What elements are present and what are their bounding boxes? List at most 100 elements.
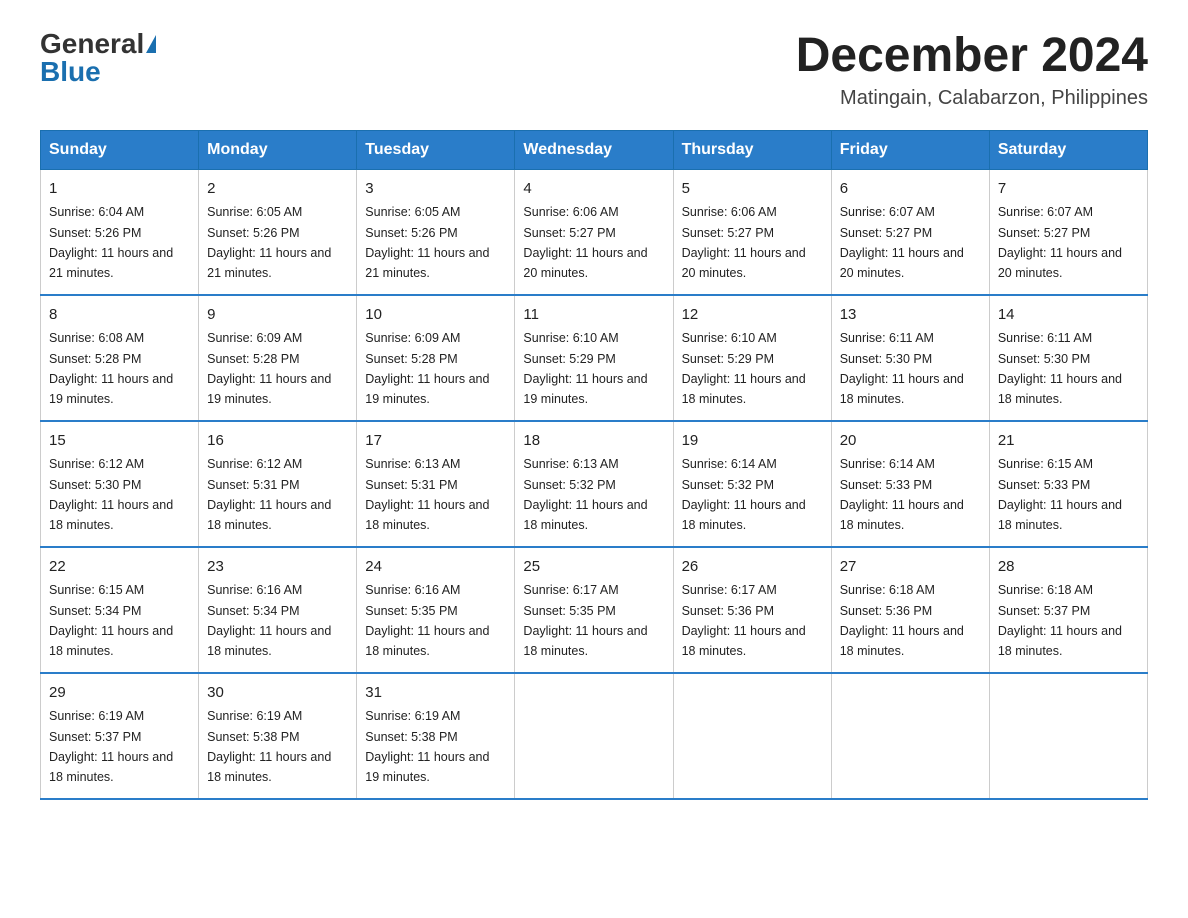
column-header-tuesday: Tuesday (357, 130, 515, 169)
day-cell: 6 Sunrise: 6:07 AMSunset: 5:27 PMDayligh… (831, 169, 989, 295)
day-number: 23 (207, 556, 348, 579)
day-cell: 11 Sunrise: 6:10 AMSunset: 5:29 PMDaylig… (515, 295, 673, 421)
calendar-table: SundayMondayTuesdayWednesdayThursdayFrid… (40, 130, 1148, 800)
day-number: 7 (998, 178, 1139, 201)
day-cell: 4 Sunrise: 6:06 AMSunset: 5:27 PMDayligh… (515, 169, 673, 295)
day-cell: 30 Sunrise: 6:19 AMSunset: 5:38 PMDaylig… (199, 673, 357, 799)
day-cell: 29 Sunrise: 6:19 AMSunset: 5:37 PMDaylig… (41, 673, 199, 799)
day-info: Sunrise: 6:05 AMSunset: 5:26 PMDaylight:… (365, 205, 489, 280)
day-cell (673, 673, 831, 799)
day-cell: 18 Sunrise: 6:13 AMSunset: 5:32 PMDaylig… (515, 421, 673, 547)
day-info: Sunrise: 6:17 AMSunset: 5:35 PMDaylight:… (523, 583, 647, 658)
day-cell: 15 Sunrise: 6:12 AMSunset: 5:30 PMDaylig… (41, 421, 199, 547)
column-header-friday: Friday (831, 130, 989, 169)
day-number: 22 (49, 556, 190, 579)
day-cell: 5 Sunrise: 6:06 AMSunset: 5:27 PMDayligh… (673, 169, 831, 295)
day-cell: 8 Sunrise: 6:08 AMSunset: 5:28 PMDayligh… (41, 295, 199, 421)
day-number: 24 (365, 556, 506, 579)
day-info: Sunrise: 6:08 AMSunset: 5:28 PMDaylight:… (49, 331, 173, 406)
day-info: Sunrise: 6:11 AMSunset: 5:30 PMDaylight:… (840, 331, 964, 406)
day-info: Sunrise: 6:18 AMSunset: 5:36 PMDaylight:… (840, 583, 964, 658)
day-info: Sunrise: 6:15 AMSunset: 5:34 PMDaylight:… (49, 583, 173, 658)
column-header-monday: Monday (199, 130, 357, 169)
day-cell: 10 Sunrise: 6:09 AMSunset: 5:28 PMDaylig… (357, 295, 515, 421)
day-cell: 24 Sunrise: 6:16 AMSunset: 5:35 PMDaylig… (357, 547, 515, 673)
column-header-sunday: Sunday (41, 130, 199, 169)
day-number: 21 (998, 430, 1139, 453)
day-number: 6 (840, 178, 981, 201)
day-info: Sunrise: 6:06 AMSunset: 5:27 PMDaylight:… (523, 205, 647, 280)
day-cell (831, 673, 989, 799)
day-number: 31 (365, 682, 506, 705)
logo-general-text: General (40, 30, 144, 58)
day-info: Sunrise: 6:19 AMSunset: 5:38 PMDaylight:… (365, 709, 489, 784)
page-header: General Blue December 2024 Matingain, Ca… (40, 30, 1148, 110)
day-cell: 31 Sunrise: 6:19 AMSunset: 5:38 PMDaylig… (357, 673, 515, 799)
day-info: Sunrise: 6:10 AMSunset: 5:29 PMDaylight:… (682, 331, 806, 406)
day-number: 28 (998, 556, 1139, 579)
week-row-1: 1 Sunrise: 6:04 AMSunset: 5:26 PMDayligh… (41, 169, 1148, 295)
day-info: Sunrise: 6:13 AMSunset: 5:31 PMDaylight:… (365, 457, 489, 532)
day-number: 3 (365, 178, 506, 201)
day-number: 25 (523, 556, 664, 579)
day-cell: 12 Sunrise: 6:10 AMSunset: 5:29 PMDaylig… (673, 295, 831, 421)
week-row-2: 8 Sunrise: 6:08 AMSunset: 5:28 PMDayligh… (41, 295, 1148, 421)
day-info: Sunrise: 6:12 AMSunset: 5:30 PMDaylight:… (49, 457, 173, 532)
day-number: 17 (365, 430, 506, 453)
day-number: 30 (207, 682, 348, 705)
day-number: 29 (49, 682, 190, 705)
day-info: Sunrise: 6:16 AMSunset: 5:35 PMDaylight:… (365, 583, 489, 658)
day-info: Sunrise: 6:07 AMSunset: 5:27 PMDaylight:… (840, 205, 964, 280)
day-info: Sunrise: 6:11 AMSunset: 5:30 PMDaylight:… (998, 331, 1122, 406)
day-number: 16 (207, 430, 348, 453)
day-info: Sunrise: 6:13 AMSunset: 5:32 PMDaylight:… (523, 457, 647, 532)
logo: General Blue (40, 30, 156, 86)
week-row-4: 22 Sunrise: 6:15 AMSunset: 5:34 PMDaylig… (41, 547, 1148, 673)
day-cell: 16 Sunrise: 6:12 AMSunset: 5:31 PMDaylig… (199, 421, 357, 547)
day-number: 11 (523, 304, 664, 327)
day-info: Sunrise: 6:14 AMSunset: 5:32 PMDaylight:… (682, 457, 806, 532)
day-cell: 23 Sunrise: 6:16 AMSunset: 5:34 PMDaylig… (199, 547, 357, 673)
day-number: 1 (49, 178, 190, 201)
day-info: Sunrise: 6:14 AMSunset: 5:33 PMDaylight:… (840, 457, 964, 532)
day-number: 27 (840, 556, 981, 579)
week-row-5: 29 Sunrise: 6:19 AMSunset: 5:37 PMDaylig… (41, 673, 1148, 799)
calendar-header-row: SundayMondayTuesdayWednesdayThursdayFrid… (41, 130, 1148, 169)
day-info: Sunrise: 6:19 AMSunset: 5:38 PMDaylight:… (207, 709, 331, 784)
logo-blue-text: Blue (40, 58, 101, 86)
day-cell: 26 Sunrise: 6:17 AMSunset: 5:36 PMDaylig… (673, 547, 831, 673)
day-number: 19 (682, 430, 823, 453)
day-number: 13 (840, 304, 981, 327)
day-info: Sunrise: 6:07 AMSunset: 5:27 PMDaylight:… (998, 205, 1122, 280)
day-cell: 25 Sunrise: 6:17 AMSunset: 5:35 PMDaylig… (515, 547, 673, 673)
day-cell: 14 Sunrise: 6:11 AMSunset: 5:30 PMDaylig… (989, 295, 1147, 421)
day-cell: 22 Sunrise: 6:15 AMSunset: 5:34 PMDaylig… (41, 547, 199, 673)
day-cell: 9 Sunrise: 6:09 AMSunset: 5:28 PMDayligh… (199, 295, 357, 421)
column-header-thursday: Thursday (673, 130, 831, 169)
logo-triangle-icon (146, 35, 156, 53)
day-cell: 19 Sunrise: 6:14 AMSunset: 5:32 PMDaylig… (673, 421, 831, 547)
day-info: Sunrise: 6:15 AMSunset: 5:33 PMDaylight:… (998, 457, 1122, 532)
day-number: 20 (840, 430, 981, 453)
day-cell (515, 673, 673, 799)
day-info: Sunrise: 6:19 AMSunset: 5:37 PMDaylight:… (49, 709, 173, 784)
day-info: Sunrise: 6:17 AMSunset: 5:36 PMDaylight:… (682, 583, 806, 658)
day-cell (989, 673, 1147, 799)
day-cell: 27 Sunrise: 6:18 AMSunset: 5:36 PMDaylig… (831, 547, 989, 673)
week-row-3: 15 Sunrise: 6:12 AMSunset: 5:30 PMDaylig… (41, 421, 1148, 547)
day-number: 5 (682, 178, 823, 201)
day-info: Sunrise: 6:16 AMSunset: 5:34 PMDaylight:… (207, 583, 331, 658)
location-title: Matingain, Calabarzon, Philippines (796, 87, 1148, 110)
day-number: 8 (49, 304, 190, 327)
column-header-wednesday: Wednesday (515, 130, 673, 169)
day-info: Sunrise: 6:18 AMSunset: 5:37 PMDaylight:… (998, 583, 1122, 658)
day-cell: 1 Sunrise: 6:04 AMSunset: 5:26 PMDayligh… (41, 169, 199, 295)
day-info: Sunrise: 6:05 AMSunset: 5:26 PMDaylight:… (207, 205, 331, 280)
day-cell: 17 Sunrise: 6:13 AMSunset: 5:31 PMDaylig… (357, 421, 515, 547)
day-info: Sunrise: 6:09 AMSunset: 5:28 PMDaylight:… (207, 331, 331, 406)
title-block: December 2024 Matingain, Calabarzon, Phi… (796, 30, 1148, 110)
day-cell: 20 Sunrise: 6:14 AMSunset: 5:33 PMDaylig… (831, 421, 989, 547)
month-title: December 2024 (796, 30, 1148, 83)
day-cell: 21 Sunrise: 6:15 AMSunset: 5:33 PMDaylig… (989, 421, 1147, 547)
day-number: 18 (523, 430, 664, 453)
